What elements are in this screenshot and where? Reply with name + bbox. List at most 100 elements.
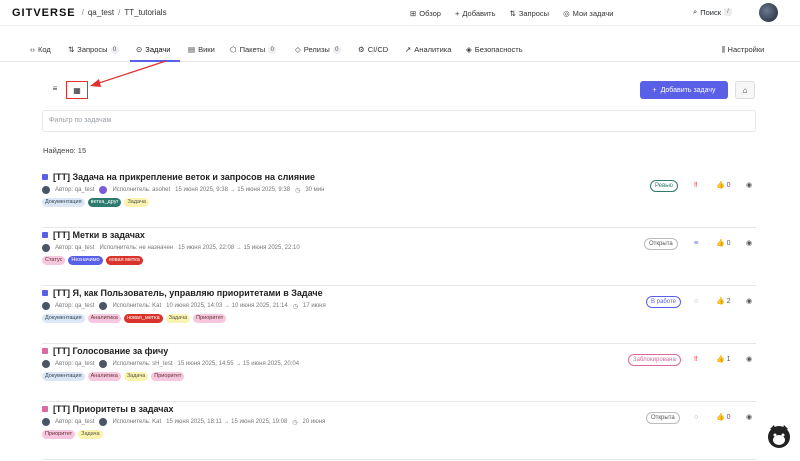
issue-title[interactable]: [TT] Я, как Пользователь, управляю приор… [53, 288, 323, 298]
list-view-toggle[interactable]: ≡ [48, 82, 62, 96]
avatar [42, 244, 50, 252]
top-actions: ⊞ Обзор + Добавить ⇅ Запросы ◎ Мои задачи [410, 0, 613, 26]
like-button[interactable]: 👍 0 [716, 413, 731, 421]
tab-wiki[interactable]: ▤ Вики [188, 45, 215, 54]
avatar [99, 360, 108, 368]
label[interactable]: Приоритет [151, 372, 185, 381]
priority-icon: ‼ [694, 182, 698, 189]
status-badge: В работе [646, 296, 682, 308]
tab-code[interactable]: ‹› Код [30, 45, 51, 54]
tab-issues[interactable]: ⊙ Задачи [136, 45, 170, 54]
issue-title[interactable]: [TT] Голосование за фичу [53, 346, 168, 356]
subscribe-icon[interactable]: ◉ [746, 297, 752, 305]
like-button[interactable]: 👍 2 [716, 297, 731, 305]
overview-button[interactable]: ⊞ Обзор [410, 9, 441, 18]
breadcrumb-repo[interactable]: TT_tutorials [124, 8, 166, 17]
tag-icon: ◇ [295, 45, 301, 54]
subscribe-icon[interactable]: ◉ [746, 181, 752, 189]
merge-icon: ⇅ [509, 8, 516, 18]
board-icon: ▦ [73, 85, 81, 95]
issue-row[interactable]: [TT] Задача на прикрепление веток и запр… [42, 172, 756, 228]
chart-icon: ↗ [405, 45, 412, 54]
mascot-icon[interactable] [766, 423, 792, 449]
status-badge: Открыта [644, 238, 678, 250]
priority-icon: ○ [694, 414, 699, 421]
label[interactable]: Документация [42, 314, 85, 323]
clock-icon: ◷ [292, 419, 298, 426]
issue-type-icon [42, 174, 48, 180]
tab-analytics[interactable]: ↗ Аналитика [405, 45, 451, 54]
avatar [42, 302, 50, 310]
priority-icon: ‼ [694, 356, 698, 363]
issue-type-icon [42, 406, 48, 412]
label[interactable]: Задача [165, 314, 191, 323]
subscribe-icon[interactable]: ◉ [746, 239, 752, 247]
pipeline-icon: ⚙ [358, 45, 365, 54]
issue-title[interactable]: [TT] Приоритеты в задачах [53, 404, 174, 414]
my-tasks-button[interactable]: ◎ Мои задачи [563, 9, 613, 18]
status-badge: Открыта [646, 412, 680, 424]
label[interactable]: Незначимо [68, 256, 103, 265]
plus-icon: + [454, 8, 460, 18]
subscribe-icon[interactable]: ◉ [746, 355, 752, 363]
tab-settings[interactable]: ⫼ Настройки [722, 45, 764, 55]
like-button[interactable]: 👍 1 [716, 355, 731, 363]
label[interactable]: новая метка [105, 256, 143, 265]
label[interactable]: новая_метка [123, 314, 163, 323]
tab-releases[interactable]: ◇ Релизы 0 [295, 45, 341, 54]
like-button[interactable]: 👍 0 [716, 181, 731, 189]
status-badge: Заблокирована [628, 354, 681, 366]
subscribe-icon[interactable]: ◉ [746, 413, 752, 421]
label[interactable]: Аналитика [87, 314, 121, 323]
label[interactable]: ветка_друг [87, 198, 122, 207]
issue-row[interactable]: [TT] Метки в задачах Автор: qa_test Испо… [42, 230, 756, 286]
clock-icon: ◷ [292, 303, 298, 310]
label[interactable]: Приоритет [42, 430, 76, 439]
tab-packages[interactable]: ⬡ Пакеты 0 [230, 45, 277, 54]
add-button-top[interactable]: + Добавить [455, 9, 496, 18]
issue-type-icon [42, 290, 48, 296]
avatar [99, 302, 108, 310]
tab-security[interactable]: ◈ Безопасность [466, 45, 523, 54]
like-button[interactable]: 👍 0 [716, 239, 731, 247]
label[interactable]: Статус [42, 256, 66, 265]
avatar [42, 360, 50, 368]
label[interactable]: Задача [123, 372, 149, 381]
label[interactable]: Задача [124, 198, 149, 207]
label[interactable]: Приоритет [193, 314, 227, 323]
plus-icon: + [652, 86, 657, 94]
issue-title[interactable]: [TT] Метки в задачах [53, 230, 145, 240]
avatar [42, 186, 50, 194]
issue-type-icon [42, 232, 48, 238]
book-icon: ▤ [188, 45, 196, 54]
requests-button[interactable]: ⇅ Запросы [510, 9, 550, 18]
label[interactable]: Документация [42, 198, 85, 207]
add-issue-button[interactable]: + Добавить задачу [640, 81, 728, 99]
avatar [99, 186, 108, 194]
breadcrumb-owner[interactable]: qa_test [88, 8, 114, 17]
code-icon: ‹› [30, 45, 35, 54]
issue-row[interactable]: [TT] Приоритеты в задачах Автор: qa_test… [42, 404, 756, 460]
label[interactable]: Документация [42, 372, 85, 381]
avatar [42, 418, 50, 426]
overview-icon: ⊞ [410, 8, 417, 18]
tab-cicd[interactable]: ⚙ CI/CD [358, 45, 388, 54]
label[interactable]: Задача [78, 430, 103, 439]
tasks-icon: ◎ [563, 8, 570, 18]
issue-row[interactable]: [TT] Я, как Пользователь, управляю приор… [42, 288, 756, 344]
merge-icon: ⇅ [68, 45, 75, 54]
user-avatar[interactable] [759, 3, 778, 22]
found-count: Найдено: 15 [43, 146, 87, 155]
tag-icon: ⌂ [742, 85, 748, 95]
filter-input[interactable]: Фильтр по задачам [42, 110, 756, 132]
label[interactable]: Аналитика [87, 372, 121, 381]
board-view-toggle[interactable]: ▦ [66, 81, 88, 99]
search-button[interactable]: ⌕ Поиск / [693, 7, 732, 17]
issue-row[interactable]: [TT] Голосование за фичу Автор: qa_test … [42, 346, 756, 402]
issue-title[interactable]: [TT] Задача на прикрепление веток и запр… [53, 172, 315, 182]
tab-requests[interactable]: ⇅ Запросы 0 [68, 45, 119, 54]
labels-button[interactable]: ⌂ [735, 81, 755, 99]
priority-icon: ○ [694, 298, 699, 305]
gitverse-logo[interactable]: GITVERSE [12, 7, 76, 19]
avatar [99, 418, 108, 426]
